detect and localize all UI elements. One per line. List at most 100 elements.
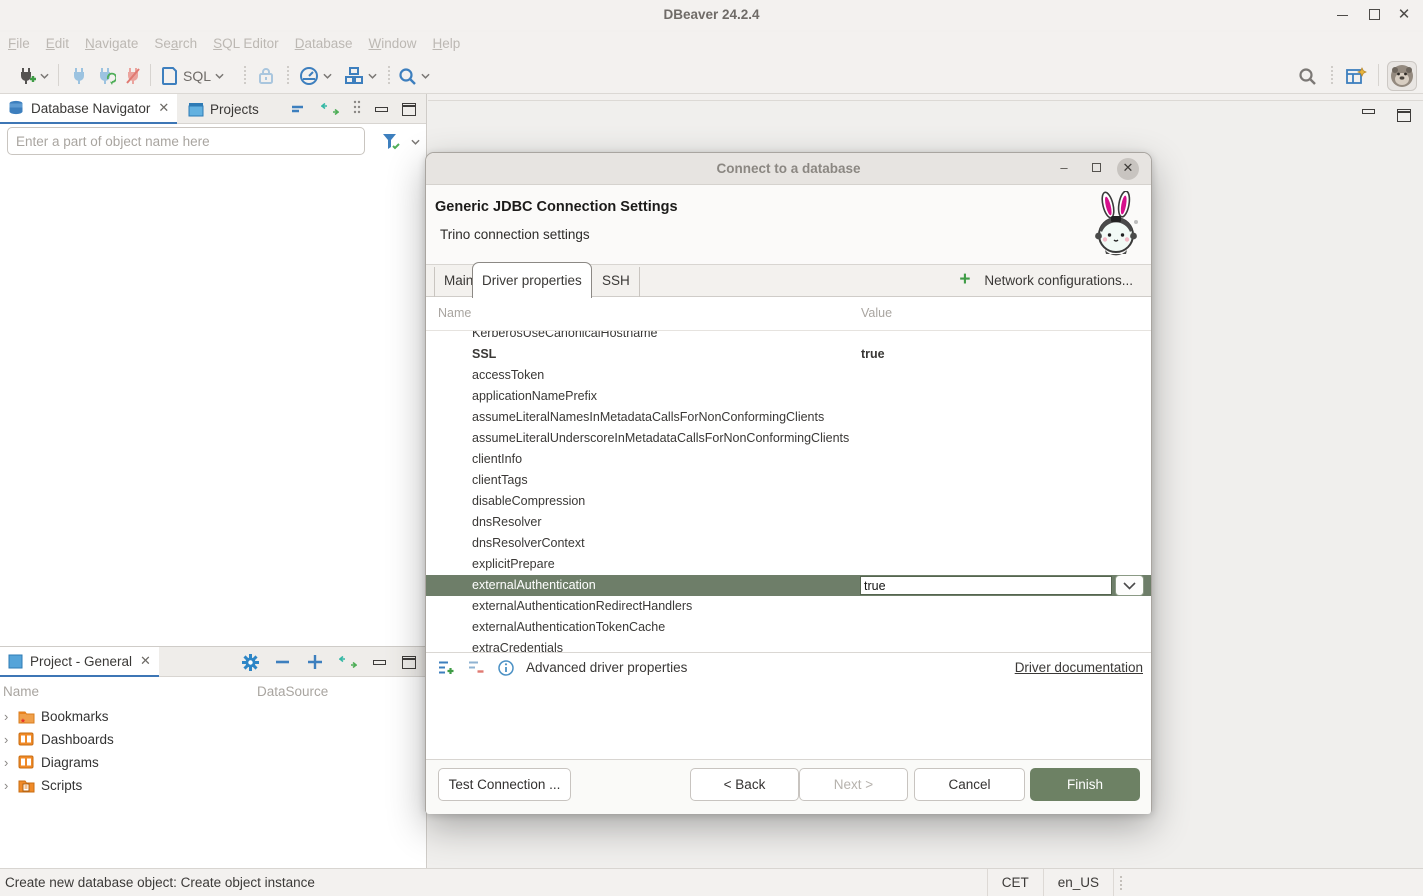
property-row[interactable]: disableCompression [426, 491, 1151, 512]
chevron-down-icon [1123, 582, 1136, 590]
column-header-value[interactable]: Value [861, 306, 892, 320]
dialog-tab-ssh[interactable]: SSH [593, 267, 640, 297]
driver-documentation-link[interactable]: Driver documentation [1015, 660, 1143, 675]
property-row[interactable]: accessToken [426, 365, 1151, 386]
tab-projects[interactable]: Projects [180, 94, 267, 124]
column-header-name[interactable]: Name [3, 684, 39, 699]
chevron-down-icon[interactable] [368, 73, 377, 79]
search-metadata-button[interactable] [398, 64, 430, 88]
chevron-down-icon[interactable] [421, 73, 430, 79]
property-row[interactable]: KerberosUseCanonicalHostname [426, 331, 1151, 344]
editor-maximize-icon[interactable] [1397, 109, 1411, 122]
property-row[interactable]: extraCredentials [426, 638, 1151, 652]
back-button[interactable]: < Back [690, 768, 799, 801]
menu-database[interactable]: Database [295, 32, 353, 51]
next-button[interactable]: Next > [799, 768, 908, 801]
menu-edit[interactable]: Edit [46, 32, 69, 51]
property-row[interactable]: assumeLiteralNamesInMetadataCallsForNonC… [426, 407, 1151, 428]
property-value-input[interactable] [860, 576, 1112, 595]
transfer-button[interactable] [344, 64, 377, 88]
tree-item-dashboards[interactable]: ›Dashboards [0, 728, 426, 751]
menu-navigate[interactable]: Navigate [85, 32, 138, 51]
new-connection-button[interactable] [16, 64, 49, 88]
close-icon[interactable]: ✕ [158, 100, 169, 116]
user-avatar[interactable] [1387, 61, 1417, 91]
database-navigator-panel: Database Navigator ✕ Projects [0, 94, 427, 646]
property-row[interactable]: externalAuthentication [426, 575, 1151, 596]
disconnect-button[interactable] [124, 64, 142, 88]
finish-button[interactable]: Finish [1030, 768, 1140, 801]
dashboard-button[interactable] [299, 64, 332, 88]
sql-editor-button[interactable]: SQL [160, 64, 224, 88]
view-menu-icon[interactable] [353, 100, 361, 118]
expand-chevron-icon[interactable]: › [4, 732, 18, 747]
cancel-button[interactable]: Cancel [914, 768, 1025, 801]
panel-maximize-icon[interactable] [402, 656, 416, 669]
remove-property-icon[interactable] [468, 660, 486, 675]
window-close-icon[interactable]: ✕ [1395, 6, 1413, 24]
chevron-down-icon[interactable] [40, 73, 49, 79]
editor-minimize-icon[interactable] [1362, 109, 1375, 114]
reconnect-button[interactable] [96, 64, 116, 88]
collapse-all-icon[interactable] [291, 104, 307, 114]
menu-file[interactable]: File [8, 32, 30, 51]
panel-maximize-icon[interactable] [402, 103, 416, 116]
panel-minimize-icon[interactable] [375, 107, 388, 112]
tree-item-diagrams[interactable]: ›Diagrams [0, 751, 426, 774]
panel-minimize-icon[interactable] [373, 660, 386, 665]
menu-search[interactable]: Search [154, 32, 197, 51]
timezone-indicator[interactable]: CET [987, 869, 1044, 896]
property-rows: KerberosUseCanonicalHostnameSSLtrueacces… [426, 331, 1151, 652]
property-row[interactable]: externalAuthenticationTokenCache [426, 617, 1151, 638]
expand-chevron-icon[interactable]: › [4, 755, 18, 770]
object-filter-input[interactable] [7, 127, 365, 155]
plus-icon: + [959, 272, 970, 288]
expand-chevron-icon[interactable]: › [4, 778, 18, 793]
dialog-tab-driver-properties[interactable]: Driver properties [472, 262, 592, 298]
test-connection-button[interactable]: Test Connection ... [438, 768, 571, 801]
property-row[interactable]: SSLtrue [426, 344, 1151, 365]
dialog-maximize-icon[interactable] [1085, 158, 1107, 180]
expand-all-icon[interactable] [307, 654, 323, 670]
property-row[interactable]: clientTags [426, 470, 1151, 491]
quick-search-button[interactable] [1298, 64, 1317, 88]
menu-sql-editor[interactable]: SQL Editor [213, 32, 279, 51]
property-row[interactable]: externalAuthenticationRedirectHandlers [426, 596, 1151, 617]
dialog-close-icon[interactable]: ✕ [1117, 158, 1139, 180]
property-row[interactable]: explicitPrepare [426, 554, 1151, 575]
locale-indicator[interactable]: en_US [1044, 869, 1114, 896]
filter-funnel-icon[interactable] [381, 132, 401, 151]
property-row[interactable]: applicationNamePrefix [426, 386, 1151, 407]
column-header-name[interactable]: Name [438, 306, 471, 320]
chevron-down-icon[interactable] [323, 73, 332, 79]
close-icon[interactable]: ✕ [140, 653, 151, 669]
search-icon [1298, 67, 1317, 86]
tree-item-scripts[interactable]: ›Scripts [0, 774, 426, 797]
collapse-all-icon[interactable] [275, 657, 291, 667]
window-minimize-icon[interactable] [1333, 6, 1351, 24]
network-configurations-button[interactable]: + Network configurations... [959, 272, 1133, 288]
chevron-down-icon[interactable] [215, 73, 224, 79]
menu-window[interactable]: Window [368, 32, 416, 51]
tab-database-navigator[interactable]: Database Navigator ✕ [0, 94, 177, 124]
open-perspective-button[interactable] [1345, 64, 1367, 88]
property-row[interactable]: clientInfo [426, 449, 1151, 470]
tab-project-general[interactable]: Project - General ✕ [0, 647, 159, 677]
menu-help[interactable]: Help [433, 32, 461, 51]
window-maximize-icon[interactable] [1365, 6, 1383, 24]
dialog-minimize-icon[interactable]: – [1053, 158, 1075, 180]
expand-chevron-icon[interactable]: › [4, 709, 18, 724]
property-value-dropdown-button[interactable] [1115, 575, 1144, 596]
add-property-icon[interactable] [438, 660, 456, 675]
column-header-datasource[interactable]: DataSource [257, 684, 328, 699]
connect-button[interactable] [70, 64, 88, 88]
tree-item-bookmarks[interactable]: ›Bookmarks [0, 705, 426, 728]
property-row[interactable]: assumeLiteralUnderscoreInMetadataCallsFo… [426, 428, 1151, 449]
gear-icon[interactable] [242, 654, 259, 671]
property-row[interactable]: dnsResolverContext [426, 533, 1151, 554]
lock-button[interactable] [257, 64, 275, 88]
link-editor-icon[interactable] [321, 103, 339, 115]
chevron-down-icon[interactable] [411, 139, 420, 145]
link-editor-icon[interactable] [339, 656, 357, 668]
property-row[interactable]: dnsResolver [426, 512, 1151, 533]
